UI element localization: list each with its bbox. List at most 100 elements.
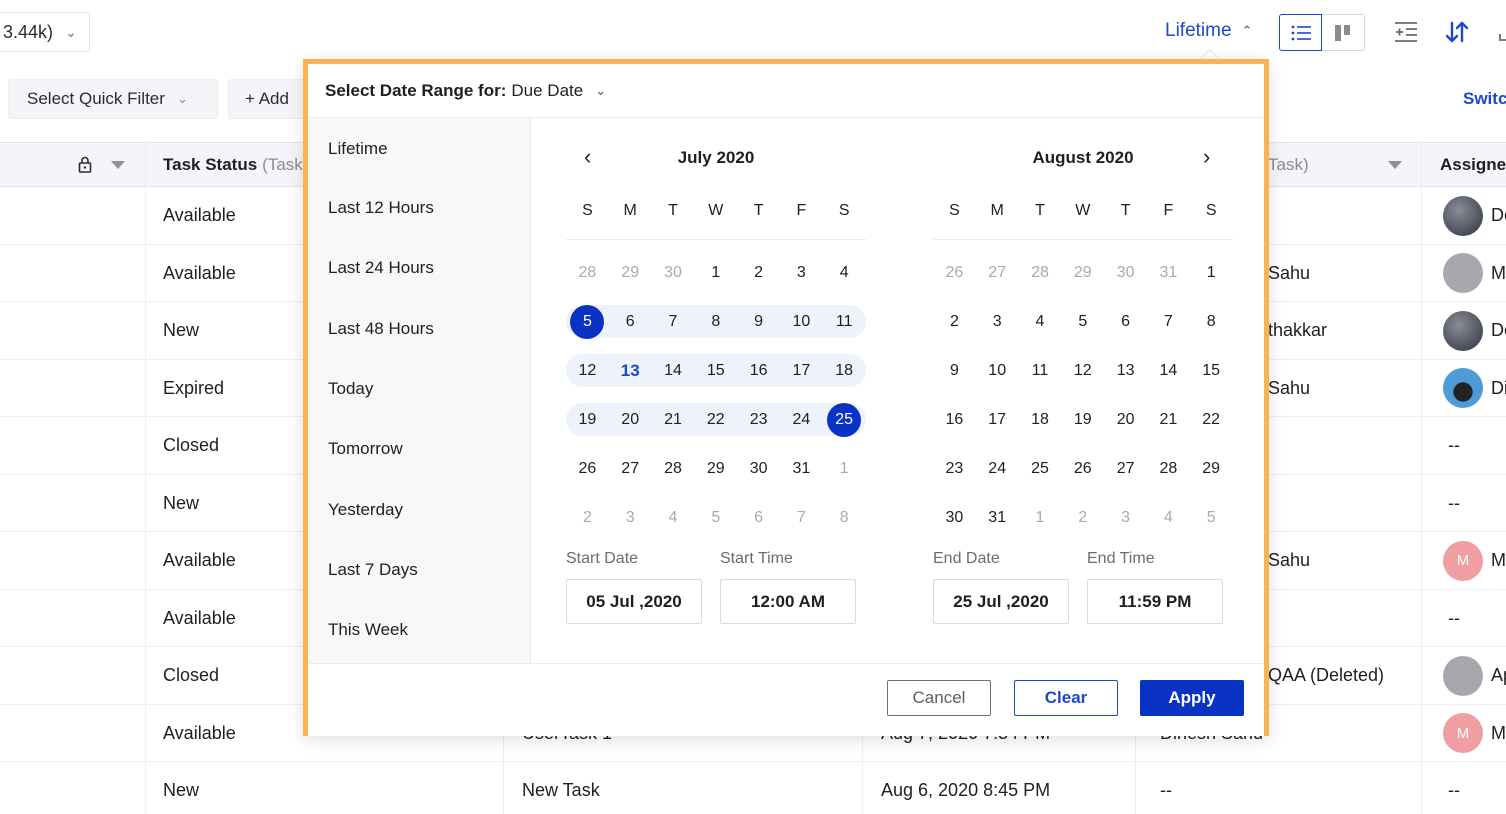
calendar-day[interactable]: 11 [1019,354,1062,387]
calendar-day[interactable]: 17 [780,354,823,387]
calendar-day[interactable]: 29 [1190,452,1233,485]
switch-link[interactable]: Switch [1463,89,1506,109]
clear-button[interactable]: Clear [1014,680,1118,716]
calendar-day[interactable]: 3 [609,501,652,534]
column-header-task-status[interactable]: Task Status(Task) [163,143,303,187]
calendar-day[interactable]: 15 [694,354,737,387]
quick-filter-select[interactable]: Select Quick Filter ⌄ [8,79,218,119]
today-day[interactable]: 13 [609,354,652,387]
preset-option[interactable]: Last 48 Hours [308,299,530,359]
calendar-day[interactable]: 4 [652,501,695,534]
calendar-day[interactable]: 25 [1019,452,1062,485]
calendar-day[interactable]: 8 [694,305,737,338]
calendar-day[interactable]: 20 [609,403,652,436]
calendar-day[interactable]: 17 [976,403,1019,436]
preset-option[interactable]: Last 24 Hours [308,238,530,298]
calendar-day[interactable]: 10 [976,354,1019,387]
calendar-day[interactable]: 6 [609,305,652,338]
preset-option[interactable]: Tomorrow [308,419,530,479]
calendar-day[interactable]: 27 [1104,452,1147,485]
calendar-day[interactable]: 23 [737,403,780,436]
calendar-day[interactable]: 4 [1019,305,1062,338]
calendar-day[interactable]: 1 [694,256,737,289]
column-menu-icon[interactable] [1388,161,1402,169]
selected-day[interactable]: 25 [823,402,866,437]
preset-option[interactable]: Today [308,359,530,419]
calendar-day[interactable]: 31 [1147,256,1190,289]
end-time-input[interactable]: 11:59 PM [1087,579,1223,624]
calendar-day[interactable]: 5 [1061,305,1104,338]
calendar-day[interactable]: 18 [1019,403,1062,436]
calendar-day[interactable]: 7 [1147,305,1190,338]
calendar-day[interactable]: 4 [823,256,866,289]
sort-button[interactable] [1443,18,1471,46]
calendar-day[interactable]: 12 [1061,354,1104,387]
calendar-day[interactable]: 29 [1061,256,1104,289]
calendar-day[interactable]: 27 [976,256,1019,289]
calendar-day[interactable]: 22 [1190,403,1233,436]
calendar-day[interactable]: 21 [1147,403,1190,436]
calendar-day[interactable]: 30 [652,256,695,289]
calendar-day[interactable]: 30 [1104,256,1147,289]
preset-option[interactable]: Last 12 Hours [308,178,530,238]
calendar-day[interactable]: 29 [609,256,652,289]
calendar-day[interactable]: 21 [652,403,695,436]
calendar-day[interactable]: 7 [652,305,695,338]
calendar-day[interactable]: 10 [780,305,823,338]
cancel-button[interactable]: Cancel [887,680,991,716]
calendar-day[interactable]: 6 [1104,305,1147,338]
end-date-input[interactable]: 25 Jul ,2020 [933,579,1069,624]
preset-option[interactable]: This Week [308,600,530,660]
calendar-day[interactable]: 28 [566,256,609,289]
calendar-day[interactable]: 2 [933,305,976,338]
calendar-day[interactable]: 22 [694,403,737,436]
calendar-day[interactable]: 11 [823,305,866,338]
calendar-day[interactable]: 23 [933,452,976,485]
calendar-day[interactable]: 3 [780,256,823,289]
calendar-day[interactable]: 2 [566,501,609,534]
start-date-input[interactable]: 05 Jul ,2020 [566,579,702,624]
calendar-day[interactable]: 30 [737,452,780,485]
calendar-day[interactable]: 24 [780,403,823,436]
calendar-day[interactable]: 5 [1190,501,1233,534]
calendar-day[interactable]: 9 [933,354,976,387]
calendar-day[interactable]: 24 [976,452,1019,485]
calendar-day[interactable]: 5 [694,501,737,534]
calendar-day[interactable]: 30 [933,501,976,534]
calendar-day[interactable]: 13 [1104,354,1147,387]
next-month-button[interactable]: › [1203,144,1210,170]
calendar-day[interactable]: 12 [566,354,609,387]
calendar-day[interactable]: 6 [737,501,780,534]
preset-option[interactable]: Last 7 Days [308,540,530,600]
calendar-day[interactable]: 2 [1061,501,1104,534]
calendar-day[interactable]: 14 [652,354,695,387]
list-view-button[interactable] [1279,14,1322,51]
column-menu-icon[interactable] [111,161,125,169]
lock-icon[interactable] [78,156,92,178]
calendar-day[interactable]: 4 [1147,501,1190,534]
calendar-day[interactable]: 16 [933,403,976,436]
calendar-day[interactable]: 3 [1104,501,1147,534]
calendar-day[interactable]: 31 [780,452,823,485]
calendar-day[interactable]: 8 [1190,305,1233,338]
calendar-day[interactable]: 20 [1104,403,1147,436]
calendar-day[interactable]: 7 [780,501,823,534]
date-field-selector[interactable]: Select Date Range for: Due Date ⌄ [308,64,1264,118]
apply-button[interactable]: Apply [1140,680,1244,716]
calendar-day[interactable]: 26 [1061,452,1104,485]
calendar-day[interactable]: 1 [1019,501,1062,534]
calendar-day[interactable]: 26 [566,452,609,485]
preset-option[interactable]: Yesterday [308,479,530,539]
expand-button[interactable] [1494,18,1506,46]
calendar-day[interactable]: 27 [609,452,652,485]
calendar-day[interactable]: 1 [823,452,866,485]
selected-day[interactable]: 5 [566,304,609,339]
calendar-day[interactable]: 31 [976,501,1019,534]
calendar-day[interactable]: 2 [737,256,780,289]
calendar-day[interactable]: 3 [976,305,1019,338]
start-time-input[interactable]: 12:00 AM [720,579,856,624]
calendar-day[interactable]: 28 [652,452,695,485]
date-range-toggle[interactable]: Lifetime ⌃ [1165,20,1252,42]
add-column-button[interactable] [1392,18,1420,46]
calendar-day[interactable]: 1 [1190,256,1233,289]
